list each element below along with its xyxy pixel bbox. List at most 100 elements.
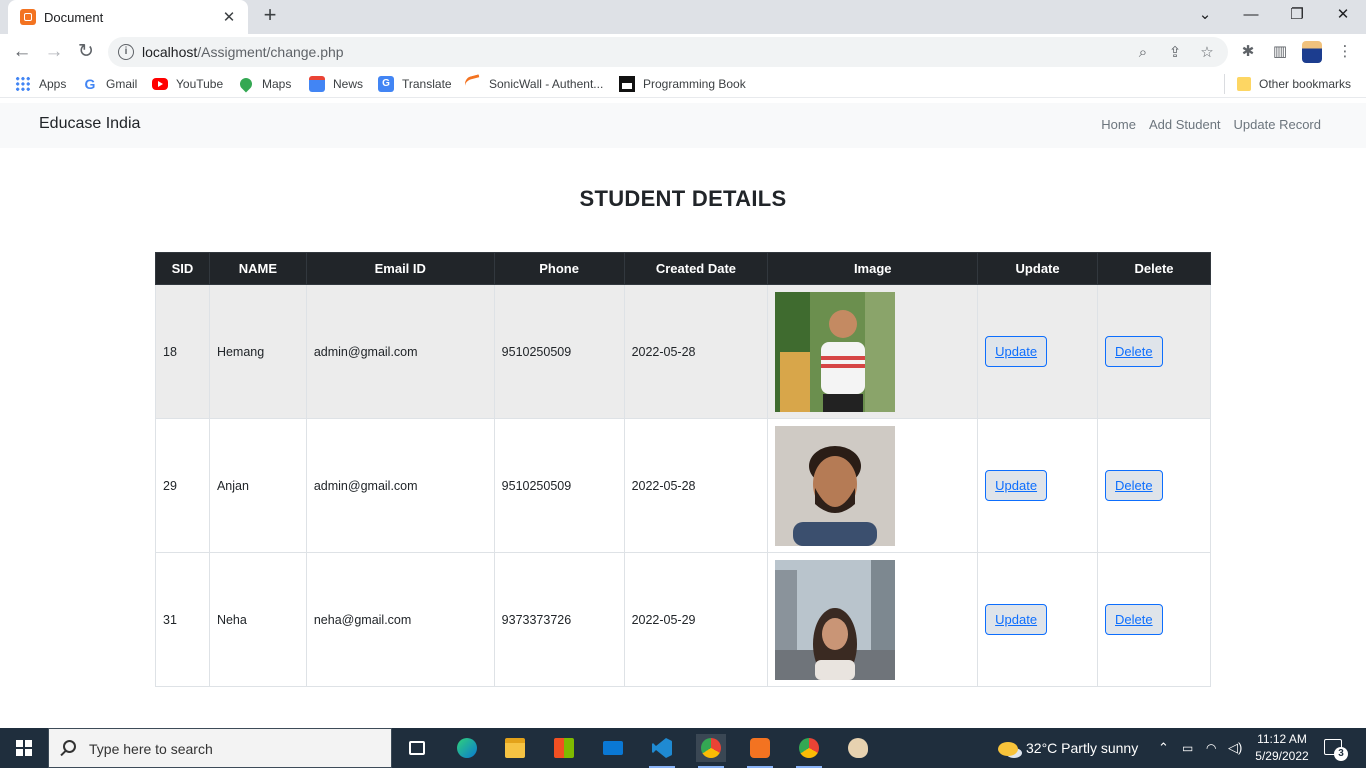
address-bar[interactable]: i localhost/Assigment/change.php ⌕ ⇪ ☆ <box>108 37 1228 67</box>
column-header-created-date: Created Date <box>623 252 769 285</box>
cell-name: Neha <box>208 552 307 687</box>
cell-email: neha@gmail.com <box>305 552 495 687</box>
maps-pin-icon <box>237 75 255 93</box>
bookmark-gmail[interactable]: G Gmail <box>82 75 138 93</box>
nav-home-link[interactable]: Home <box>1101 117 1136 132</box>
book-icon <box>619 76 635 92</box>
bookmark-label: Gmail <box>106 77 138 91</box>
nav-links: Home Add Student Update Record <box>1101 117 1321 132</box>
delete-button[interactable]: Delete <box>1105 604 1163 635</box>
update-button[interactable]: Update <box>985 604 1048 635</box>
profile-avatar[interactable] <box>1302 41 1322 63</box>
taskbar-clock[interactable]: 11:12 AM 5/29/2022 <box>1252 731 1312 765</box>
restore-icon[interactable]: ❐ <box>1274 0 1320 34</box>
student-photo <box>775 291 896 412</box>
cell-created-date: 2022-05-29 <box>623 552 769 687</box>
zoom-icon[interactable]: ⌕ <box>1133 43 1153 63</box>
bookmark-maps[interactable]: Maps <box>237 75 292 93</box>
taskbar-chrome-active[interactable] <box>696 734 726 768</box>
bookmark-label: YouTube <box>176 77 224 91</box>
taskbar-xampp[interactable] <box>745 734 775 768</box>
sonicwall-icon <box>463 74 483 94</box>
delete-button[interactable]: Delete <box>1105 336 1163 367</box>
xampp-icon <box>750 738 770 758</box>
taskbar-mail[interactable] <box>598 734 628 762</box>
close-window-icon[interactable]: ✕ <box>1320 0 1366 34</box>
forward-icon[interactable]: → <box>42 40 66 64</box>
bookmark-label: Maps <box>262 77 292 91</box>
new-tab-icon[interactable]: + <box>258 4 282 28</box>
student-photo <box>775 559 896 680</box>
bookmark-news[interactable]: News <box>309 75 363 93</box>
vscode-icon <box>652 738 672 758</box>
close-tab-icon[interactable]: ✕ <box>220 8 238 26</box>
search-icon <box>63 740 76 753</box>
other-bookmarks-label: Other bookmarks <box>1259 77 1352 91</box>
start-button[interactable] <box>0 728 48 768</box>
brand-link[interactable]: Educase India <box>39 115 140 133</box>
apps-grid-icon <box>15 76 31 92</box>
cell-delete: Delete <box>1097 284 1211 419</box>
cell-update: Update <box>977 284 1099 419</box>
taskbar-vscode[interactable] <box>647 734 677 768</box>
cell-delete: Delete <box>1097 552 1211 687</box>
column-header-delete: Delete <box>1097 252 1211 285</box>
bookmark-youtube[interactable]: YouTube <box>152 75 223 93</box>
minimize-icon[interactable]: — <box>1228 0 1274 34</box>
task-view-icon <box>409 741 425 755</box>
share-icon[interactable]: ⇪ <box>1165 43 1185 63</box>
notification-count-badge: 3 <box>1334 747 1348 761</box>
partly-sunny-icon <box>998 742 1018 757</box>
chrome-icon <box>701 738 721 758</box>
clock-time: 11:12 AM <box>1257 732 1307 746</box>
paint-icon <box>848 738 868 758</box>
taskbar-paint[interactable] <box>843 734 873 762</box>
taskbar-edge[interactable] <box>452 734 482 762</box>
bookmark-translate[interactable]: G Translate <box>378 75 452 93</box>
wifi-icon[interactable]: ◠ <box>1206 728 1216 768</box>
cell-sid: 29 <box>155 418 210 553</box>
bookmark-apps[interactable]: Apps <box>15 75 66 93</box>
bookmark-label: Programming Book <box>643 77 746 91</box>
edge-icon <box>457 738 477 758</box>
delete-button[interactable]: Delete <box>1105 470 1163 501</box>
bookmarks-bar: Apps G Gmail YouTube Maps News G Transla… <box>0 70 1366 98</box>
side-panel-icon[interactable]: ▥ <box>1269 42 1291 62</box>
browser-tab[interactable]: Document ✕ <box>8 0 248 34</box>
site-info-icon[interactable]: i <box>118 44 134 60</box>
cell-name: Anjan <box>208 418 307 553</box>
bookmark-star-icon[interactable]: ☆ <box>1197 43 1217 63</box>
search-placeholder: Type here to search <box>89 741 213 757</box>
chrome-icon <box>799 738 819 758</box>
cell-created-date: 2022-05-28 <box>623 418 769 553</box>
bookmark-programming-book[interactable]: Programming Book <box>619 75 746 93</box>
table-header-row: SID NAME Email ID Phone Created Date Ima… <box>155 252 1211 285</box>
student-photo <box>775 425 896 546</box>
taskbar-search-box[interactable]: Type here to search <box>48 728 392 768</box>
cell-phone: 9373373726 <box>493 552 625 687</box>
task-view-button[interactable] <box>402 734 432 762</box>
cell-email: admin@gmail.com <box>305 418 495 553</box>
nav-add-student-link[interactable]: Add Student <box>1149 117 1221 132</box>
battery-icon[interactable]: ▭ <box>1182 728 1193 768</box>
update-button[interactable]: Update <box>985 336 1048 367</box>
taskbar-chrome-profile[interactable] <box>794 734 824 768</box>
taskbar-store[interactable] <box>549 734 579 762</box>
update-button[interactable]: Update <box>985 470 1048 501</box>
reload-icon[interactable]: ↻ <box>74 40 98 64</box>
other-bookmarks[interactable]: Other bookmarks <box>1237 75 1351 93</box>
bookmark-sonicwall[interactable]: SonicWall - Authent... <box>463 74 604 94</box>
bookmark-label: SonicWall - Authent... <box>489 77 604 91</box>
url-host: localhost <box>142 44 198 60</box>
nav-update-record-link[interactable]: Update Record <box>1234 117 1321 132</box>
menu-kebab-icon[interactable]: ⋮ <box>1334 42 1356 62</box>
cell-delete: Delete <box>1097 418 1211 553</box>
weather-widget[interactable]: 32°C Partly sunny <box>998 728 1138 768</box>
extensions-puzzle-icon[interactable]: ✱ <box>1237 42 1259 62</box>
column-header-image: Image <box>767 252 979 285</box>
taskbar-file-explorer[interactable] <box>500 734 530 762</box>
show-hidden-icons[interactable]: ⌃ <box>1158 728 1169 768</box>
back-icon[interactable]: ← <box>10 40 34 64</box>
volume-icon[interactable]: ◁) <box>1228 728 1242 768</box>
tab-search-chevron-icon[interactable]: ⌄ <box>1182 0 1228 34</box>
